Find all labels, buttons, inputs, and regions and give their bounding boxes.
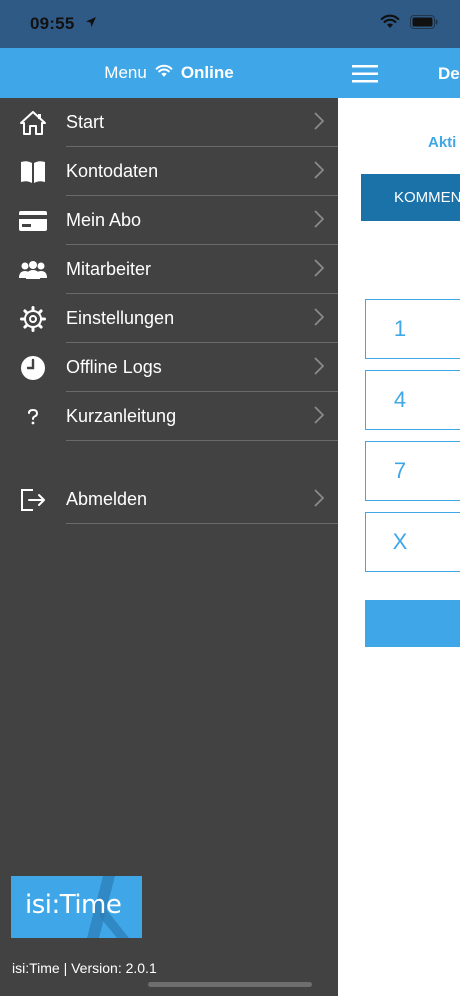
menu-item-label: Abmelden [66,475,338,524]
chevron-right-icon [314,406,325,429]
menu-item-mein-abo[interactable]: Mein Abo [0,196,338,245]
drawer-header: Menu Online [0,48,338,98]
users-icon [0,260,66,279]
keypad-key-4[interactable]: 4 [365,370,460,430]
menu-item-einstellungen[interactable]: Einstellungen [0,294,338,343]
version-text: isi:Time | Version: 2.0.1 [12,960,157,976]
menu-item-start[interactable]: Start [0,98,338,147]
book-icon [0,160,66,184]
keypad-key-7[interactable]: 7 [365,441,460,501]
status-indicators [380,14,438,34]
drawer-title: Menu [104,63,147,82]
main-header: De [338,48,460,98]
menu-item-mitarbeiter[interactable]: Mitarbeiter [0,245,338,294]
menu-item-kurzanleitung[interactable]: Kurzanleitung [0,392,338,441]
credit-card-icon [0,210,66,231]
app-logo: isi:Time [11,876,142,938]
chevron-right-icon [314,210,325,233]
location-arrow-icon [85,15,97,33]
status-time: 09:55 [30,14,75,33]
connection-status: Online [180,63,234,82]
chevron-right-icon [314,112,325,135]
menu-item-label: Mitarbeiter [66,245,338,294]
clock-icon [0,355,66,381]
menu-item-label: Offline Logs [66,343,338,392]
menu-item-label: Start [66,98,338,147]
menu-item-label: Einstellungen [66,294,338,343]
submit-button[interactable] [365,600,460,647]
keypad-key-x[interactable]: X [365,512,460,572]
keypad-key-1[interactable]: 1 [365,299,460,359]
menu-item-offline-logs[interactable]: Offline Logs [0,343,338,392]
wifi-online-icon [155,63,173,83]
battery-icon [410,14,438,34]
chevron-right-icon [314,489,325,512]
chevron-right-icon [314,259,325,282]
menu-item-kontodaten[interactable]: Kontodaten [0,147,338,196]
menu-item-label: Kurzanleitung [66,392,338,441]
menu-item-label: Kontodaten [66,147,338,196]
gear-icon [0,305,66,332]
chevron-right-icon [314,308,325,331]
chevron-right-icon [314,357,325,380]
logo-text: isi:Time [25,890,122,920]
logout-icon [0,488,66,512]
status-text: Akti [428,134,457,151]
side-drawer: Menu Online Start Kontodaten Mein Abo Mi… [0,48,338,996]
question-icon [0,408,66,425]
wifi-icon [380,14,400,34]
chevron-right-icon [314,161,325,184]
home-indicator[interactable] [148,982,312,987]
kommen-button[interactable]: KOMMEN [361,174,460,221]
menu-spacer [0,441,338,475]
home-icon [0,110,66,135]
hamburger-menu-icon[interactable] [352,65,378,88]
status-bar: 09:55 [0,0,460,48]
main-title: De [438,64,460,83]
menu-item-abmelden[interactable]: Abmelden [0,475,338,524]
menu-item-label: Mein Abo [66,196,338,245]
